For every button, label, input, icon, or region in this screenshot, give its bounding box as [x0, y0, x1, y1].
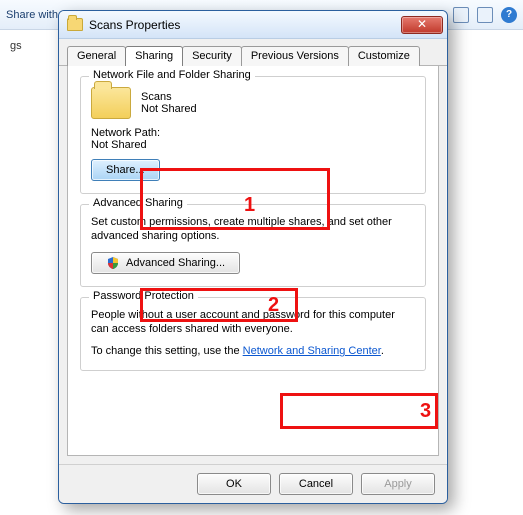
network-path-value: Not Shared [91, 139, 415, 151]
group-password-protection: Password Protection People without a use… [80, 297, 426, 372]
apply-button[interactable]: Apply [361, 473, 435, 495]
folder-icon [67, 18, 83, 31]
properties-dialog: Scans Properties ✕ General Sharing Secur… [58, 10, 448, 504]
tab-body: Network File and Folder Sharing Scans No… [67, 66, 439, 456]
share-status: Not Shared [141, 103, 197, 115]
tab-general[interactable]: General [67, 46, 126, 66]
advanced-description: Set custom permissions, create multiple … [91, 215, 415, 244]
share-with-label: Share with [6, 9, 58, 21]
password-line1: People without a user account and passwo… [91, 308, 415, 337]
network-sharing-center-link[interactable]: Network and Sharing Center [243, 345, 381, 357]
tabstrip: General Sharing Security Previous Versio… [59, 39, 447, 66]
apply-label: Apply [384, 478, 412, 490]
dialog-title: Scans Properties [89, 18, 180, 32]
dialog-buttons: OK Cancel Apply [59, 464, 447, 503]
group-title: Network File and Folder Sharing [89, 69, 255, 81]
close-icon: ✕ [417, 17, 427, 31]
line2-suffix: . [381, 345, 384, 357]
share-with-menu[interactable]: Share with ▾ [6, 9, 66, 21]
folder-name: Scans [141, 91, 197, 103]
tab-previous-versions[interactable]: Previous Versions [241, 46, 349, 66]
titlebar[interactable]: Scans Properties ✕ [59, 11, 447, 39]
advanced-sharing-label: Advanced Sharing... [126, 257, 225, 269]
folder-large-icon [91, 87, 131, 119]
ok-button[interactable]: OK [197, 473, 271, 495]
close-button[interactable]: ✕ [401, 16, 443, 34]
cancel-button[interactable]: Cancel [279, 473, 353, 495]
group-advanced-sharing: Advanced Sharing Set custom permissions,… [80, 204, 426, 287]
tab-security[interactable]: Security [182, 46, 242, 66]
help-icon[interactable]: ? [501, 7, 517, 23]
line2-prefix: To change this setting, use the [91, 345, 243, 357]
shield-icon [106, 256, 120, 270]
password-line2: To change this setting, use the Network … [91, 344, 415, 358]
share-button-label: Share... [106, 164, 145, 176]
tab-customize[interactable]: Customize [348, 46, 420, 66]
cancel-label: Cancel [299, 478, 333, 490]
ok-label: OK [226, 478, 242, 490]
view-icon[interactable] [453, 7, 469, 23]
share-button[interactable]: Share... [91, 159, 160, 181]
tab-sharing[interactable]: Sharing [125, 46, 183, 66]
advanced-sharing-button[interactable]: Advanced Sharing... [91, 252, 240, 274]
group-title: Password Protection [89, 290, 198, 302]
network-path-label: Network Path: [91, 127, 415, 139]
group-network-sharing: Network File and Folder Sharing Scans No… [80, 76, 426, 194]
group-title: Advanced Sharing [89, 197, 187, 209]
pane-icon[interactable] [477, 7, 493, 23]
